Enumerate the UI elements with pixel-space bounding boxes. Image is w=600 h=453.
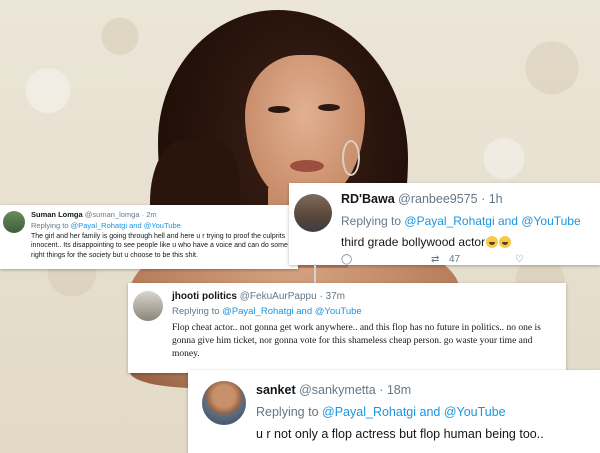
- tweet-text: Flop cheat actor.. not gonna get work an…: [172, 323, 541, 359]
- replying-to: Replying to @Payal_Rohatgi and @YouTube: [172, 306, 362, 317]
- separator: ·: [319, 291, 323, 302]
- tweet-text: u r not only a flop actress but flop hum…: [256, 427, 544, 441]
- retweet-icon[interactable]: ⇄: [431, 254, 439, 265]
- tweet-text-content: third grade bollywood actor: [341, 235, 486, 249]
- separator: ·: [379, 383, 384, 397]
- lips: [290, 160, 324, 172]
- tweet-card-rd-bawa[interactable]: RD'Bawa @ranbee9575 · 1h Replying to @Pa…: [289, 183, 600, 265]
- display-name[interactable]: RD'Bawa: [341, 192, 395, 206]
- mention-link[interactable]: @Payal_Rohatgi and @YouTube: [404, 214, 580, 228]
- reply-icon[interactable]: ◯: [341, 254, 352, 265]
- display-name[interactable]: sanket: [256, 383, 296, 397]
- replying-to: Replying to @Payal_Rohatgi and @YouTube: [341, 214, 581, 228]
- tweet-card-jhooti-politics[interactable]: jhooti politics @FekuAurPappu · 37m Repl…: [128, 283, 566, 373]
- user-avatar-icon[interactable]: [294, 194, 332, 232]
- user-avatar-icon[interactable]: [202, 381, 246, 425]
- user-handle[interactable]: @sankymetta: [299, 383, 376, 397]
- separator: ·: [481, 192, 486, 206]
- user-handle[interactable]: @suman_lomga: [85, 210, 140, 219]
- tweet-header: Suman Lomga @suman_lomga · 2m: [31, 210, 157, 219]
- laughing-tears-emoji-icon: [486, 236, 499, 248]
- timestamp[interactable]: 2m: [146, 210, 156, 219]
- user-avatar-icon[interactable]: [3, 211, 25, 233]
- tweet-actions: ◯ ⇄ 47 ♡: [341, 254, 591, 265]
- user-handle[interactable]: @ranbee9575: [398, 192, 477, 206]
- tweet-card-suman-lomga[interactable]: Suman Lomga @suman_lomga · 2m Replying t…: [0, 205, 298, 269]
- replying-prefix: Replying to: [256, 405, 319, 419]
- user-avatar-icon[interactable]: [133, 291, 163, 321]
- replying-to: Replying to @Payal_Rohatgi and @YouTube: [31, 221, 181, 230]
- like-icon[interactable]: ♡: [515, 254, 524, 265]
- display-name[interactable]: jhooti politics: [172, 291, 237, 302]
- retweet-count: 47: [449, 254, 461, 265]
- user-handle[interactable]: @FekuAurPappu: [240, 291, 317, 302]
- earring: [342, 140, 360, 176]
- tweet-header: sanket @sankymetta · 18m: [256, 383, 411, 397]
- tweet-text: third grade bollywood actor: [341, 235, 512, 249]
- tweet-header: jhooti politics @FekuAurPappu · 37m: [172, 291, 345, 302]
- tweet-card-sanket[interactable]: sanket @sankymetta · 18m Replying to @Pa…: [188, 370, 600, 453]
- replying-prefix: Replying to: [341, 214, 402, 228]
- replying-to: Replying to @Payal_Rohatgi and @YouTube: [256, 405, 506, 419]
- left-eye: [268, 106, 290, 113]
- timestamp[interactable]: 1h: [489, 192, 503, 206]
- laughing-tears-emoji-icon: [499, 236, 512, 248]
- tweet-text: The girl and her family is going through…: [31, 233, 288, 259]
- right-eye: [318, 104, 340, 111]
- replying-prefix: Replying to: [31, 221, 69, 230]
- mention-link[interactable]: @Payal_Rohatgi and @YouTube: [222, 306, 362, 317]
- display-name[interactable]: Suman Lomga: [31, 210, 83, 219]
- mention-link[interactable]: @Payal_Rohatgi and @YouTube: [322, 405, 506, 419]
- separator: ·: [141, 210, 145, 219]
- mention-link[interactable]: @Payal_Rohatgi and @YouTube: [71, 221, 181, 230]
- timestamp[interactable]: 18m: [387, 383, 411, 397]
- thread-connector: [314, 264, 316, 284]
- replying-prefix: Replying to: [172, 306, 220, 317]
- tweet-header: RD'Bawa @ranbee9575 · 1h: [341, 192, 503, 206]
- timestamp[interactable]: 37m: [326, 291, 345, 302]
